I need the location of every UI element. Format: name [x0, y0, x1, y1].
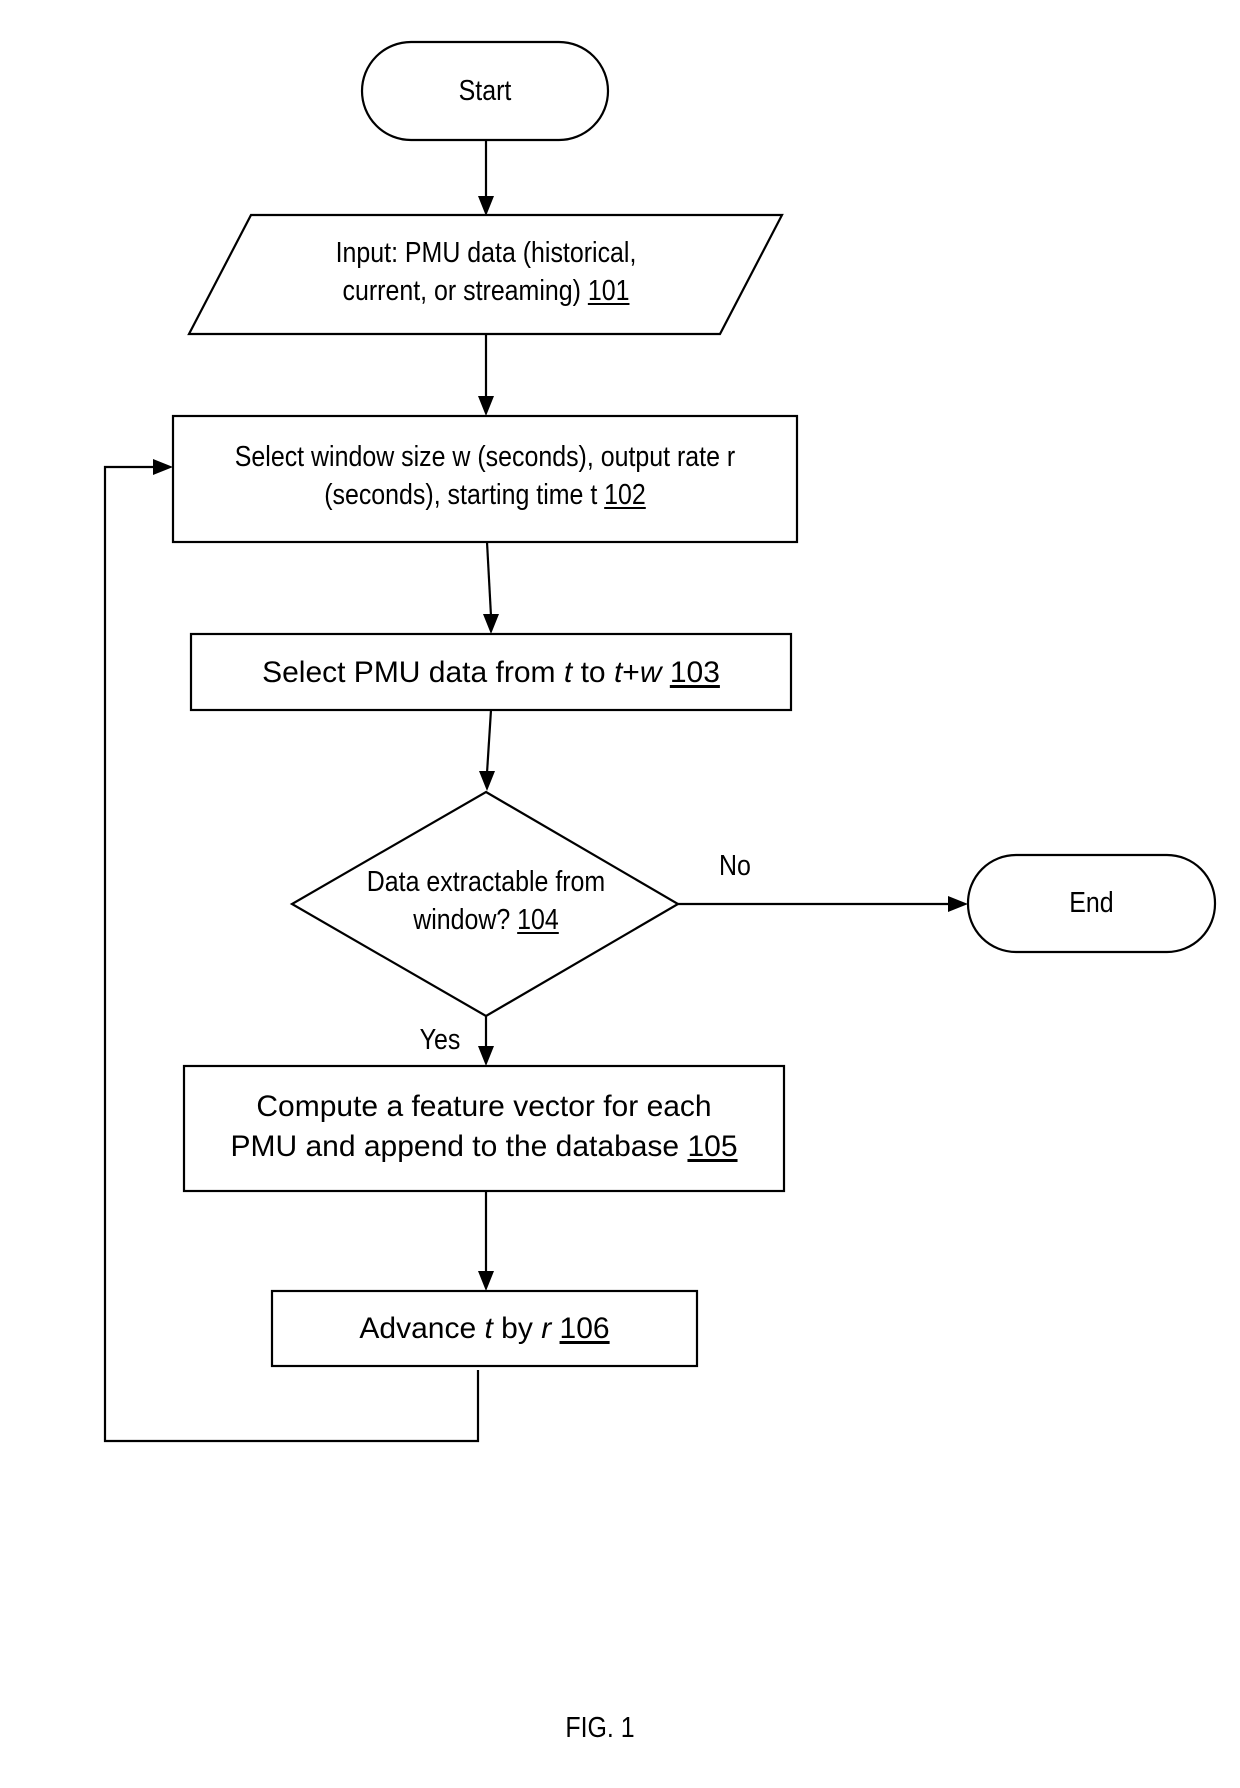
arrowhead: [478, 396, 494, 416]
arrowhead: [478, 1271, 494, 1291]
arrow-102-to-103: [485, 541, 493, 617]
ref-number-104: 104: [517, 904, 559, 937]
end-label: End: [985, 884, 1197, 922]
input-101-line2: current, or streaming) 101: [342, 275, 630, 308]
arrowhead: [479, 771, 495, 791]
no-edge-label: No: [719, 850, 751, 882]
start-text: Start: [458, 75, 512, 107]
input-101-label: Input: PMU data (historical, current, or…: [240, 234, 732, 311]
step-102-label: Select window size w (seconds), output r…: [188, 438, 781, 515]
step-105-line1: Compute a feature vector for each: [256, 1090, 712, 1123]
step-102-line1: Select window size w (seconds), output r…: [234, 441, 736, 473]
ref-number-105: 105: [687, 1129, 738, 1163]
figure-caption: FIG. 1: [565, 1712, 635, 1744]
step-102-line2: (seconds), starting time t 102: [324, 479, 646, 512]
step-105-label: Compute a feature vector for each PMU an…: [184, 1087, 784, 1166]
arrowhead: [153, 459, 173, 475]
arrowhead: [483, 614, 499, 634]
arrow-103-to-104: [485, 709, 493, 774]
end-text: End: [1069, 887, 1114, 919]
yes-edge-label: Yes: [419, 1024, 461, 1056]
ref-number-103: 103: [669, 656, 720, 689]
decision-104-label: Data extractable from window? 104: [326, 863, 646, 940]
ref-number-106: 106: [559, 1312, 610, 1345]
input-101-line1: Input: PMU data (historical,: [335, 237, 637, 269]
arrowhead: [948, 896, 968, 912]
decision-104-line2: window? 104: [413, 904, 559, 937]
step-106-label: Advance t by r 106: [359, 1312, 610, 1345]
step-103-label: Select PMU data from t to t+w 103: [262, 656, 720, 689]
step-105-line2: PMU and append to the database 105: [230, 1129, 738, 1163]
ref-number-102: 102: [604, 479, 646, 512]
start-label: Start: [379, 72, 591, 110]
arrowhead: [478, 196, 494, 216]
ref-number-101: 101: [587, 275, 630, 308]
decision-104-line1: Data extractable from: [366, 866, 606, 898]
arrowhead: [478, 1046, 494, 1066]
